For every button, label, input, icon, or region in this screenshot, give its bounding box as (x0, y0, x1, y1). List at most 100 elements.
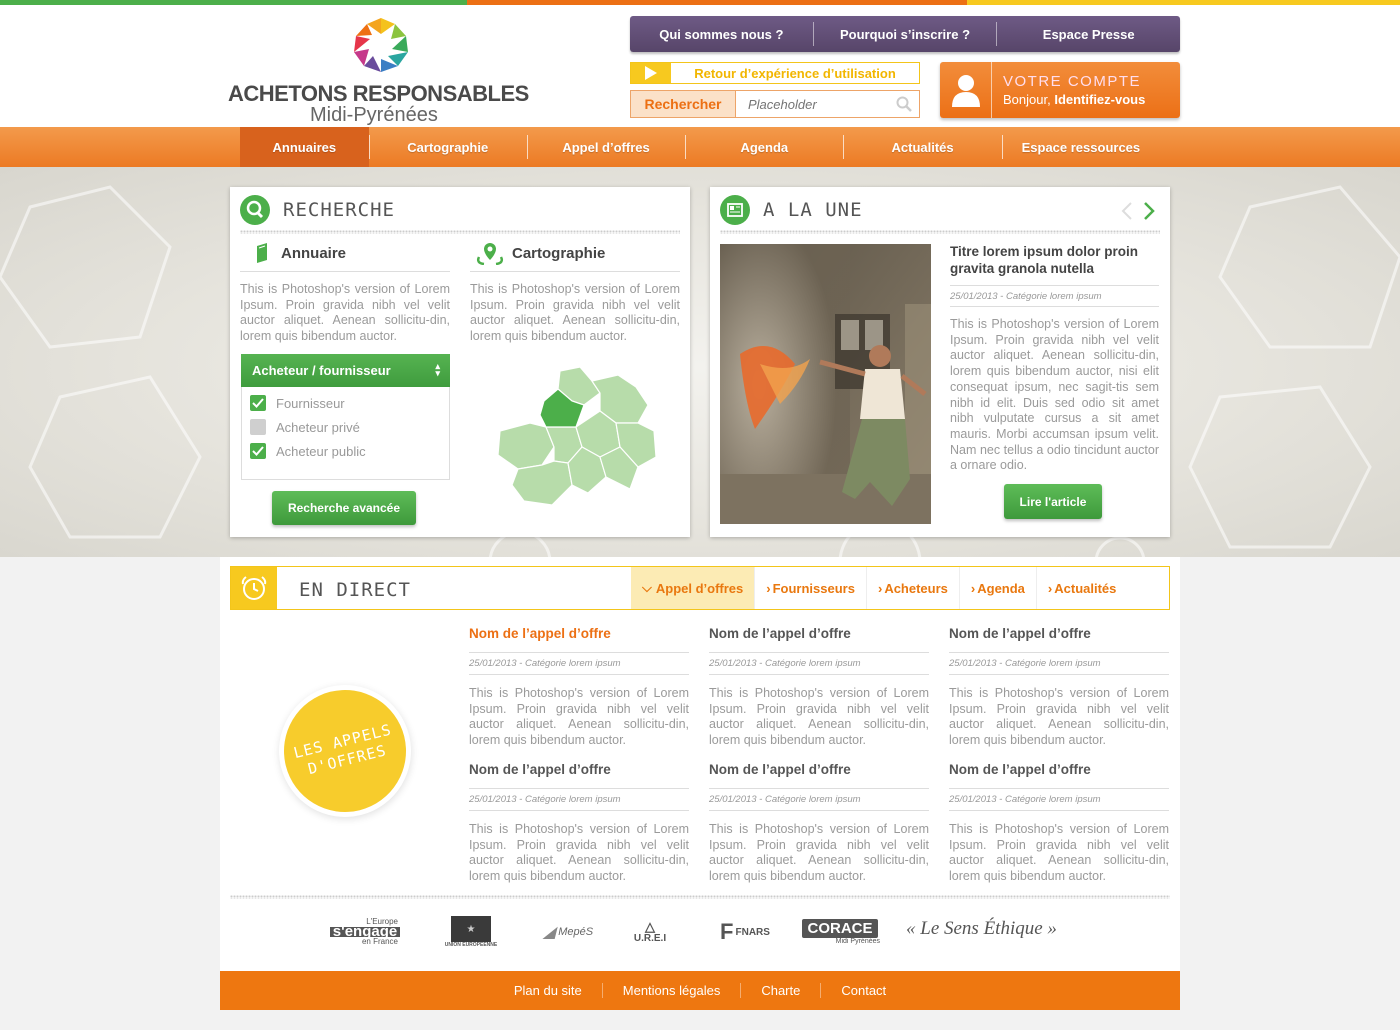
sens-ethique-quote: « Le Sens Éthique » (906, 918, 1057, 939)
partners-strip: L'Europe s'engage en France ★ UNION EURO… (220, 895, 1180, 972)
fnars-mark-icon: F (720, 919, 734, 944)
en-direct-title: EN DIRECT (299, 579, 411, 601)
partner-fnars-logo[interactable]: F FNARS (714, 914, 776, 950)
hero-background: RECHERCHE Annuaire This is Photoshop's v… (0, 167, 1400, 557)
offer-card[interactable]: Nom de l’appel d’offre 25/01/2013 - Caté… (469, 762, 689, 885)
partner-europe-logo[interactable]: L'Europe s'engage en France (329, 914, 401, 950)
nav-cartographie[interactable]: Cartographie (368, 127, 527, 167)
offer-date: 25/01/2013 - Catégorie lorem ipsum (469, 658, 689, 675)
retour-experience-link[interactable]: Retour d’expérience d’utilisation (630, 62, 920, 84)
chevron-right-icon: › (766, 580, 771, 596)
checkbox-fournisseur[interactable]: Fournisseur (250, 395, 345, 411)
buyer-supplier-select[interactable]: Acheteur / fournisseur ▴ ▾ (241, 354, 450, 387)
carousel-arrows (1121, 201, 1155, 221)
footer: Plan du site Mentions légales Charte Con… (220, 971, 1180, 1010)
nav-actualites[interactable]: Actualités (843, 127, 1001, 167)
search-input[interactable] (736, 91, 889, 117)
triangle-icon: △ (645, 918, 655, 934)
annuaire-title: Annuaire (281, 245, 347, 262)
recherche-avancee-button[interactable]: Recherche avancée (272, 491, 416, 525)
chevron-down-icon: ⌵ (642, 580, 652, 595)
en-direct-tabs: ⌵ Appel d’offres › Fournisseurs › Acheteurs… (631, 567, 1127, 609)
nav-appel-offres[interactable]: Appel d’offres (526, 127, 685, 167)
article-photo[interactable] (720, 244, 931, 524)
offer-card[interactable]: Nom de l’appel d’offre 25/01/2013 - Caté… (949, 762, 1169, 885)
tab-agenda[interactable]: › Agenda (958, 567, 1036, 609)
partner-urei-logo[interactable]: △ U.R.E.I (620, 914, 680, 950)
partner-ue-logo[interactable]: ★ UNION EUROPEENNE (436, 914, 506, 950)
offer-title[interactable]: Nom de l’appel d’offre (709, 762, 929, 782)
offer-card[interactable]: Nom de l’appel d’offre 25/01/2013 - Caté… (949, 626, 1169, 749)
account-greeting: Bonjour, Identifiez-vous (1003, 92, 1146, 107)
divider (720, 230, 1160, 234)
main-nav: Annuaires Cartographie Appel d’offres Ag… (0, 127, 1400, 167)
nav-annuaires[interactable]: Annuaires (240, 127, 369, 167)
top-nav: Qui sommes nous ? Pourquoi s’inscrire ? … (630, 16, 1180, 52)
recherche-panel: RECHERCHE Annuaire This is Photoshop's v… (230, 187, 690, 537)
offer-text: This is Photoshop's version of Lorem Ips… (709, 686, 929, 748)
offer-card[interactable]: Nom de l’appel d’offre 25/01/2013 - Caté… (469, 626, 689, 749)
checkbox-icon (250, 419, 266, 435)
chevron-right-icon[interactable] (1143, 201, 1155, 221)
offer-title[interactable]: Nom de l’appel d’offre (949, 626, 1169, 646)
divider (950, 285, 1159, 286)
account-button[interactable]: VOTRE COMPTE Bonjour, Identifiez-vous (940, 62, 1180, 118)
logo-subtitle: Midi-Pyrénées (310, 104, 438, 126)
offer-card[interactable]: Nom de l’appel d’offre 25/01/2013 - Caté… (709, 626, 929, 749)
chevron-right-icon: › (1047, 580, 1053, 596)
footer-contact[interactable]: Contact (820, 983, 906, 998)
carto-text: This is Photoshop's version of Lorem Ips… (470, 282, 680, 344)
lire-article-button[interactable]: Lire l'article (1004, 484, 1102, 519)
checkbox-acheteur-public[interactable]: Acheteur public (250, 443, 366, 459)
chevron-right-icon: › (877, 580, 883, 596)
footer-charte[interactable]: Charte (740, 983, 820, 998)
account-title: VOTRE COMPTE (1003, 73, 1142, 90)
play-icon (631, 63, 671, 83)
nav-espace-ressources[interactable]: Espace ressources (1001, 127, 1160, 167)
checkbox-list: Fournisseur Acheteur privé Acheteur publ… (241, 387, 450, 480)
offer-title[interactable]: Nom de l’appel d’offre (469, 762, 689, 782)
divider (230, 895, 1170, 899)
checkbox-icon (250, 443, 266, 459)
clock-icon (231, 567, 277, 609)
region-map[interactable] (488, 365, 668, 515)
divider (470, 271, 680, 272)
offer-date: 25/01/2013 - Catégorie lorem ipsum (949, 658, 1169, 675)
topnav-espace-presse[interactable]: Espace Presse (997, 22, 1180, 46)
tab-appel-offres[interactable]: ⌵ Appel d’offres (631, 567, 755, 609)
offer-date: 25/01/2013 - Catégorie lorem ipsum (709, 794, 929, 811)
footer-plan-du-site[interactable]: Plan du site (494, 983, 602, 998)
offer-title[interactable]: Nom de l’appel d’offre (949, 762, 1169, 782)
offer-title[interactable]: Nom de l’appel d’offre (709, 626, 929, 646)
article-title[interactable]: Titre lorem ipsum dolor proin gravita gr… (950, 243, 1160, 277)
checkbox-acheteur-prive[interactable]: Acheteur privé (250, 419, 360, 435)
search-bar: Rechercher (630, 90, 920, 118)
a-la-une-title: A LA UNE (763, 199, 863, 221)
topnav-qui-sommes-nous[interactable]: Qui sommes nous ? (630, 22, 814, 46)
search-button[interactable]: Rechercher (631, 91, 736, 117)
login-link[interactable]: Identifiez-vous (1054, 92, 1145, 107)
offer-date: 25/01/2013 - Catégorie lorem ipsum (469, 794, 689, 811)
en-direct-bar: EN DIRECT ⌵ Appel d’offres › Fournisseurs … (230, 566, 1170, 610)
search-icon[interactable] (889, 91, 919, 117)
divider (240, 230, 680, 234)
divider (240, 271, 450, 272)
nav-agenda[interactable]: Agenda (685, 127, 843, 167)
topnav-pourquoi-sinscrire[interactable]: Pourquoi s’inscrire ? (814, 22, 998, 46)
offer-title[interactable]: Nom de l’appel d’offre (469, 626, 689, 646)
map-icon: ◢ (542, 924, 556, 941)
map-pin-icon (476, 243, 504, 265)
gem-pattern (0, 185, 1400, 557)
offer-text: This is Photoshop's version of Lorem Ips… (709, 822, 929, 884)
tab-actualites[interactable]: › Actualités (1035, 567, 1127, 609)
partner-mepes-logo[interactable]: ◢ MepéS (538, 914, 598, 950)
partner-corace-logo[interactable]: CORACE Midi Pyrénées (800, 914, 880, 950)
logo-icon[interactable] (352, 16, 410, 74)
tab-acheteurs[interactable]: › Acheteurs (865, 567, 959, 609)
chevron-left-icon[interactable] (1121, 201, 1133, 221)
offer-card[interactable]: Nom de l’appel d’offre 25/01/2013 - Caté… (709, 762, 929, 885)
offer-text: This is Photoshop's version of Lorem Ips… (949, 822, 1169, 884)
footer-mentions-legales[interactable]: Mentions légales (601, 983, 741, 998)
offer-text: This is Photoshop's version of Lorem Ips… (469, 686, 689, 748)
tab-fournisseurs[interactable]: › Fournisseurs (754, 567, 866, 609)
